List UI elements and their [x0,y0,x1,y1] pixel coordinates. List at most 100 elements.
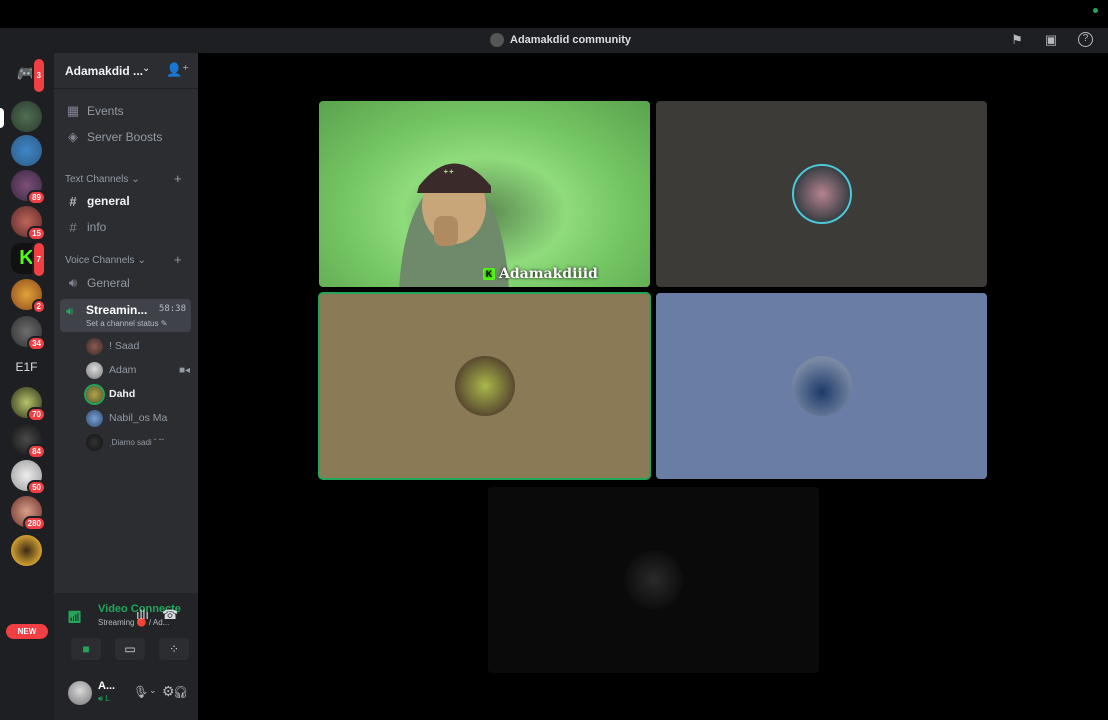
voice-member[interactable]: ˌDiamo sadi ˆ ˆˆ [86,432,190,452]
server-rail: 🎮 3 89 15 K7 2 34 E1F 70 84 50 280 NEW [0,53,54,720]
voice-channel-streaming[interactable]: 🔊︎ Streamin... 58:38 Set a channel statu… [60,299,191,332]
server-adamakdid[interactable] [11,101,42,132]
channel-general[interactable]: # general [60,190,192,212]
channel-info[interactable]: # info [60,216,192,238]
chevron-down-icon: ⌄ [142,63,151,74]
inbox-icon[interactable]: ▣ [1043,32,1059,48]
member-name: Adam [109,364,137,376]
status-prompt-label: Set a channel status [86,319,159,328]
server-badge: 15 [27,226,46,241]
camera-button[interactable]: ■ [71,638,101,660]
server-icon [490,33,504,47]
video-tile-nabil[interactable] [656,293,987,479]
avatar [86,361,103,379]
voice-member[interactable]: Dahd [86,384,190,404]
server-3[interactable]: 89 [11,170,46,205]
server-badge: 50 [27,480,46,495]
server-header[interactable]: Adamakdid ... ⌄ 👤⁺ [54,53,198,89]
member-name: Dahd [109,388,136,400]
server-name: Adamakdid ... [65,64,144,78]
webcam-feed: ᐩᐩ [399,163,509,287]
video-tile-dahd[interactable] [318,292,651,480]
server-badge: 7 [31,241,46,278]
add-text-channel-icon[interactable]: + [174,171,182,186]
video-tile-dark[interactable] [488,487,819,673]
chevron-down-icon: ⌄ [137,255,146,266]
add-voice-channel-icon[interactable]: + [174,252,182,267]
user-status-text: L [105,694,110,703]
avatar [86,385,103,403]
avatar [791,164,852,224]
video-camera-icon: ■◂ [178,364,190,376]
server-9[interactable]: 70 [11,387,46,422]
channel-label: General [87,276,130,290]
server-badge: 84 [27,444,46,459]
server-2[interactable] [11,135,42,166]
voice-member[interactable]: ! Saad [86,336,190,356]
user-avatar[interactable] [68,681,92,705]
server-badge: 34 [27,336,46,351]
avatar [623,550,684,610]
disconnect-icon[interactable]: ☎ [162,607,178,623]
voice-channel-general[interactable]: 🔊︎ General [60,272,192,294]
help-icon[interactable]: ? [1078,32,1093,47]
server-10[interactable]: 84 [11,424,46,459]
voice-member[interactable]: Adam ■◂ [86,360,190,380]
avatar [86,337,103,355]
server-boosts-item[interactable]: ◈ Server Boosts [60,126,192,148]
user-panel: A... 🔊︎ L 🎙︎ ⌄ 🎧︎ [54,673,198,720]
server-12[interactable]: 280 [11,496,46,531]
server-4[interactable]: 15 [11,206,46,241]
server-11[interactable]: 50 [11,460,46,495]
server-e1f[interactable]: E1F [11,357,42,377]
gear-icon[interactable]: ⚙ [162,683,175,700]
discord-home-icon[interactable]: 🎮 3 [11,57,46,94]
activities-button[interactable]: ⁘ [159,638,189,660]
voice-substatus: Streaming 🔴 / Ad... [98,618,170,627]
channel-sidebar: Adamakdid ... ⌄ 👤⁺ ▦ Events ◈ Server Boo… [54,53,233,720]
member-name: Nabil_os Ma [109,412,168,424]
server-7[interactable]: 34 [11,316,46,351]
voice-channels-category[interactable]: Voice Channels ⌄ [65,255,146,266]
events-item[interactable]: ▦ Events [60,100,192,122]
avatar [791,356,852,416]
pencil-icon: ✎ [160,319,168,328]
new-badge[interactable]: NEW [6,624,48,639]
invite-user-icon[interactable]: 👤⁺ [166,62,189,78]
set-status-link[interactable]: Set a channel status ✎ [86,319,167,328]
server-badge: 280 [22,516,46,531]
video-tile-participant[interactable] [656,101,987,287]
participant-name-tag: K Adamakdiiid [483,266,598,282]
chevron-down-icon[interactable]: ⌄ [141,686,149,697]
text-channels-category[interactable]: Text Channels ⌄ [65,174,140,185]
voice-connection-panel: 📶︎ Video Connecte Streaming 🔴 / Ad... ıl… [54,593,233,720]
avatar [86,409,103,427]
chevron-down-icon[interactable]: ⌄ [149,685,157,696]
server-badge: 70 [27,407,46,422]
chevron-down-icon: ⌄ [131,174,140,185]
channel-label: info [87,220,107,234]
user-name[interactable]: A... [98,680,115,692]
server-kick[interactable]: K7 [11,241,46,278]
status-dot [1093,8,1098,13]
member-name: ! Saad [109,340,140,352]
screen-share-button[interactable]: ▭ [115,638,145,660]
category-label: Text Channels [65,174,129,185]
flag-icon[interactable]: ⚑ [1009,32,1025,48]
title-bar: Adamakdid community ⚑ ▣ ? [0,28,1108,53]
server-badge: 2 [31,299,46,314]
home-badge: 3 [31,57,46,94]
speaker-icon: 🔊︎ [66,304,74,318]
server-13[interactable] [11,535,42,566]
headphones-icon[interactable]: 🎧︎ [173,685,188,699]
boost-icon: ◈ [68,129,78,144]
kick-icon: K [483,268,495,280]
channel-timer: 58:38 [158,304,186,314]
server-menaa[interactable]: 2 [11,279,46,314]
noise-suppression-icon[interactable]: ıllı [136,607,149,622]
user-status: 🔊︎ L [98,694,110,703]
voice-member[interactable]: Nabil_os Ma [86,408,190,428]
video-tile-adamakdiiid[interactable]: ᐩᐩ K Adamakdiiid [319,101,650,287]
selected-pill [0,108,4,128]
channel-label: general [87,194,130,208]
